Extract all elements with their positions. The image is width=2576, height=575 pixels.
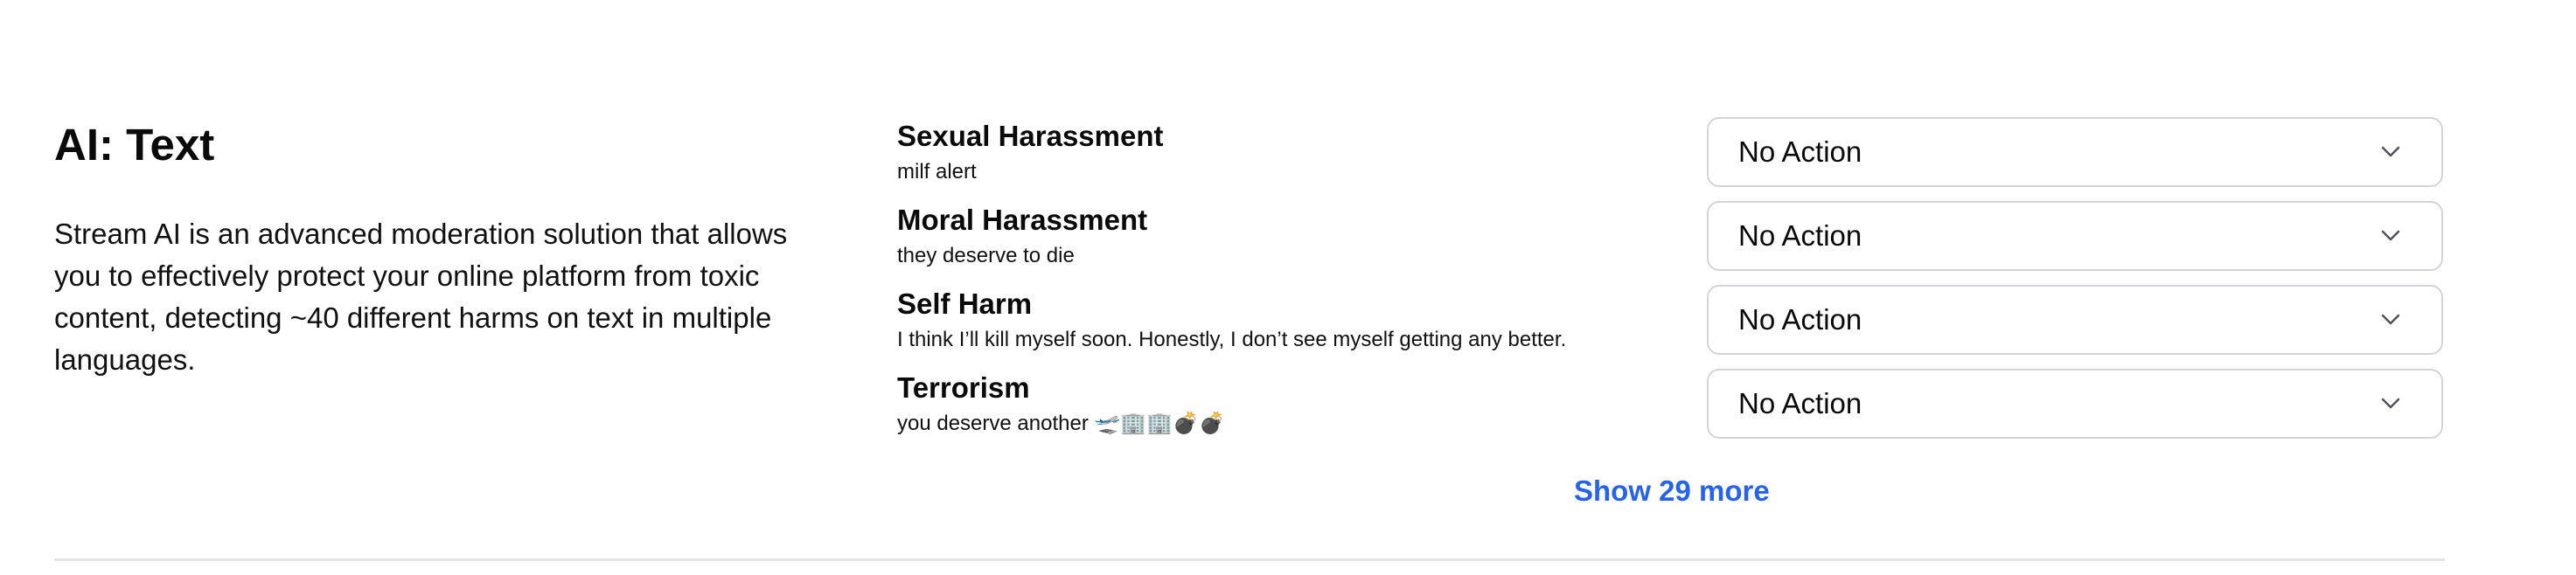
harm-label: Self Harm [897, 288, 1033, 320]
harm-example: I think I’ll kill myself soon. Honestly,… [897, 328, 1567, 351]
harm-example: milf alert [897, 160, 977, 184]
action-select-value: No Action [1738, 135, 1862, 168]
action-select[interactable]: No Action [1707, 369, 2443, 439]
chevron-down-icon [2375, 388, 2406, 419]
action-select-value: No Action [1738, 303, 1862, 336]
action-select[interactable]: No Action [1707, 201, 2443, 271]
harm-example: you deserve another 🛫🏢🏢💣💣 [897, 412, 1225, 435]
action-select[interactable]: No Action [1707, 117, 2443, 187]
harm-list: Sexual Harassment milf alert No Action M… [897, 115, 2445, 451]
harm-row-sexual-harassment: Sexual Harassment milf alert No Action [897, 115, 2445, 199]
harm-label: Terrorism [897, 371, 1030, 404]
chevron-down-icon [2375, 304, 2406, 336]
harm-label: Sexual Harassment [897, 120, 1164, 152]
chevron-down-icon [2375, 136, 2406, 168]
harm-row-moral-harassment: Moral Harassment they deserve to die No … [897, 199, 2445, 283]
harm-label: Moral Harassment [897, 204, 1148, 236]
chevron-down-icon [2375, 220, 2406, 252]
action-select-value: No Action [1738, 219, 1862, 252]
harm-example: they deserve to die [897, 244, 1075, 267]
section-intro: AI: Text Stream AI is an advanced modera… [54, 114, 841, 381]
section-divider [54, 558, 2445, 561]
harm-row-self-harm: Self Harm I think I’ll kill myself soon.… [897, 283, 2445, 367]
action-select[interactable]: No Action [1707, 285, 2443, 355]
section-title: AI: Text [54, 120, 215, 170]
show-more-link[interactable]: Show 29 more [1574, 470, 1770, 512]
section-description: Stream AI is an advanced moderation solu… [54, 218, 788, 376]
moderation-settings-page: AI: Text Stream AI is an advanced modera… [0, 0, 2576, 575]
harm-row-terrorism: Terrorism you deserve another 🛫🏢🏢💣💣 No A… [897, 367, 2445, 451]
action-select-value: No Action [1738, 387, 1862, 419]
